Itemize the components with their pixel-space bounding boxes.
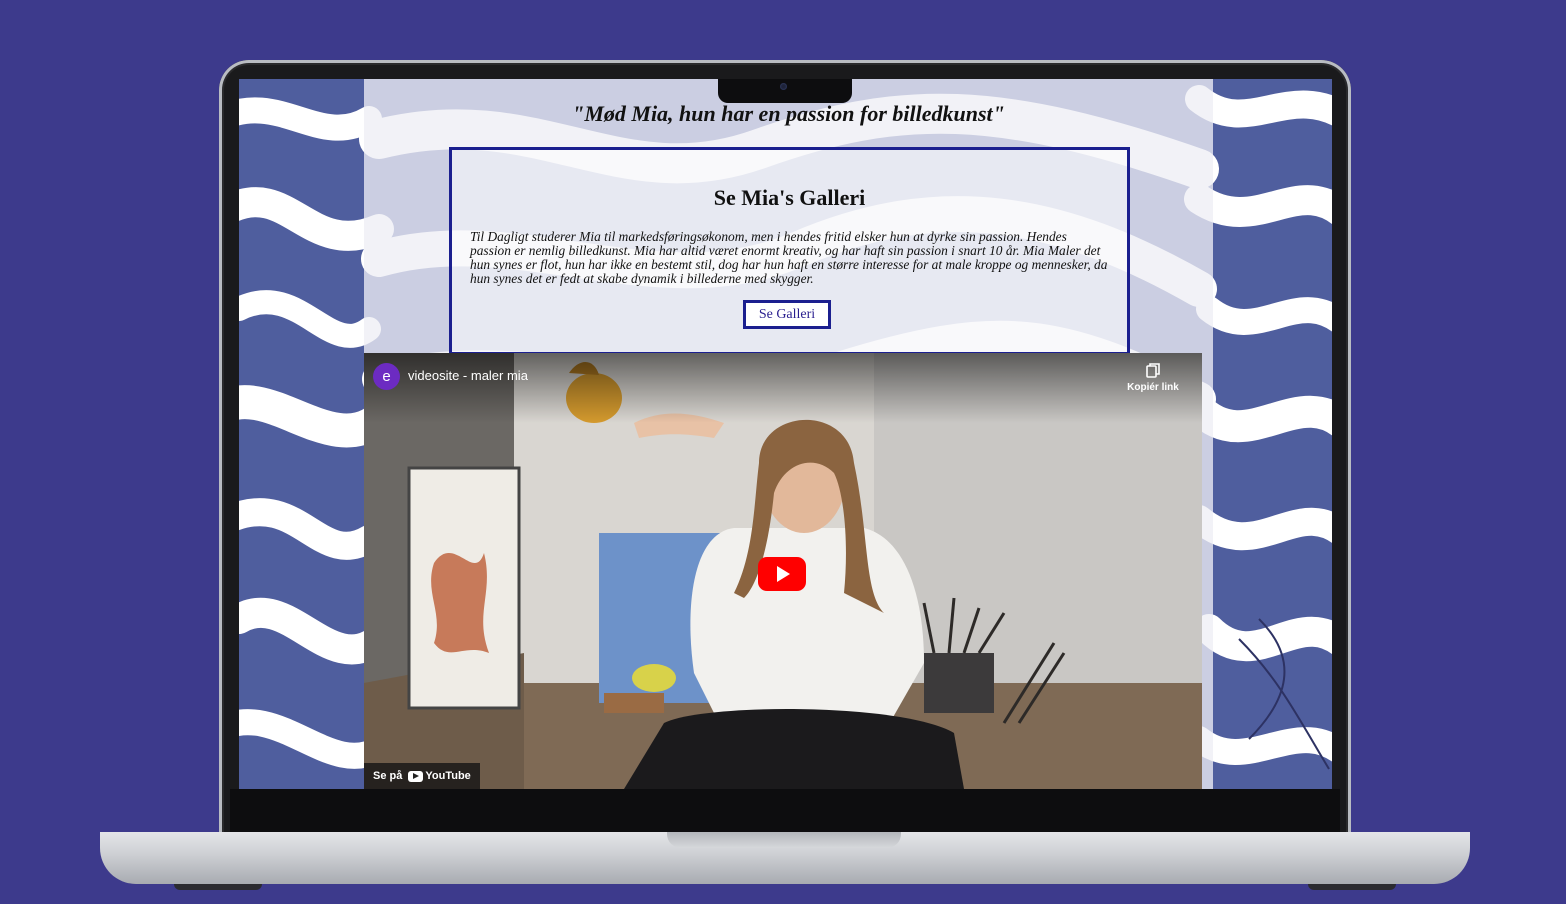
channel-avatar[interactable]: e [373,363,400,390]
website-screen: "Mød Mia, hun har en passion for billedk… [239,79,1332,789]
se-galleri-button[interactable]: Se Galleri [743,300,831,329]
copy-icon [1146,363,1160,378]
watch-on-label: Se på [373,770,403,782]
laptop-base [100,832,1470,884]
youtube-embed[interactable]: e videosite - maler mia Kopiér link Se p… [364,353,1202,789]
copy-link-label: Kopiér link [1127,382,1179,393]
play-icon [777,566,790,582]
page-quote: "Mød Mia, hun har en passion for billedk… [572,101,1005,126]
youtube-icon [408,770,424,782]
gallery-description: Til Dagligt studerer Mia til markedsføri… [470,229,1108,286]
camera-notch [718,79,852,103]
laptop-base-notch [667,832,901,848]
copy-link-button[interactable]: Kopiér link [1118,362,1188,393]
video-title[interactable]: videosite - maler mia [408,368,528,383]
gallery-title: Se Mia's Galleri [713,185,866,210]
gallery-card: Se Mia's Galleri Til Dagligt studerer Mi… [449,147,1130,355]
youtube-logo: YouTube [408,770,471,782]
video-header-shade [364,353,1202,423]
laptop-foot-right [1308,884,1396,890]
watch-on-youtube-button[interactable]: Se på YouTube [364,763,480,789]
youtube-label: YouTube [425,770,471,782]
laptop-bezel [230,789,1340,833]
laptop-foot-left [174,884,262,890]
play-button[interactable] [758,557,806,591]
camera-icon [780,83,787,90]
